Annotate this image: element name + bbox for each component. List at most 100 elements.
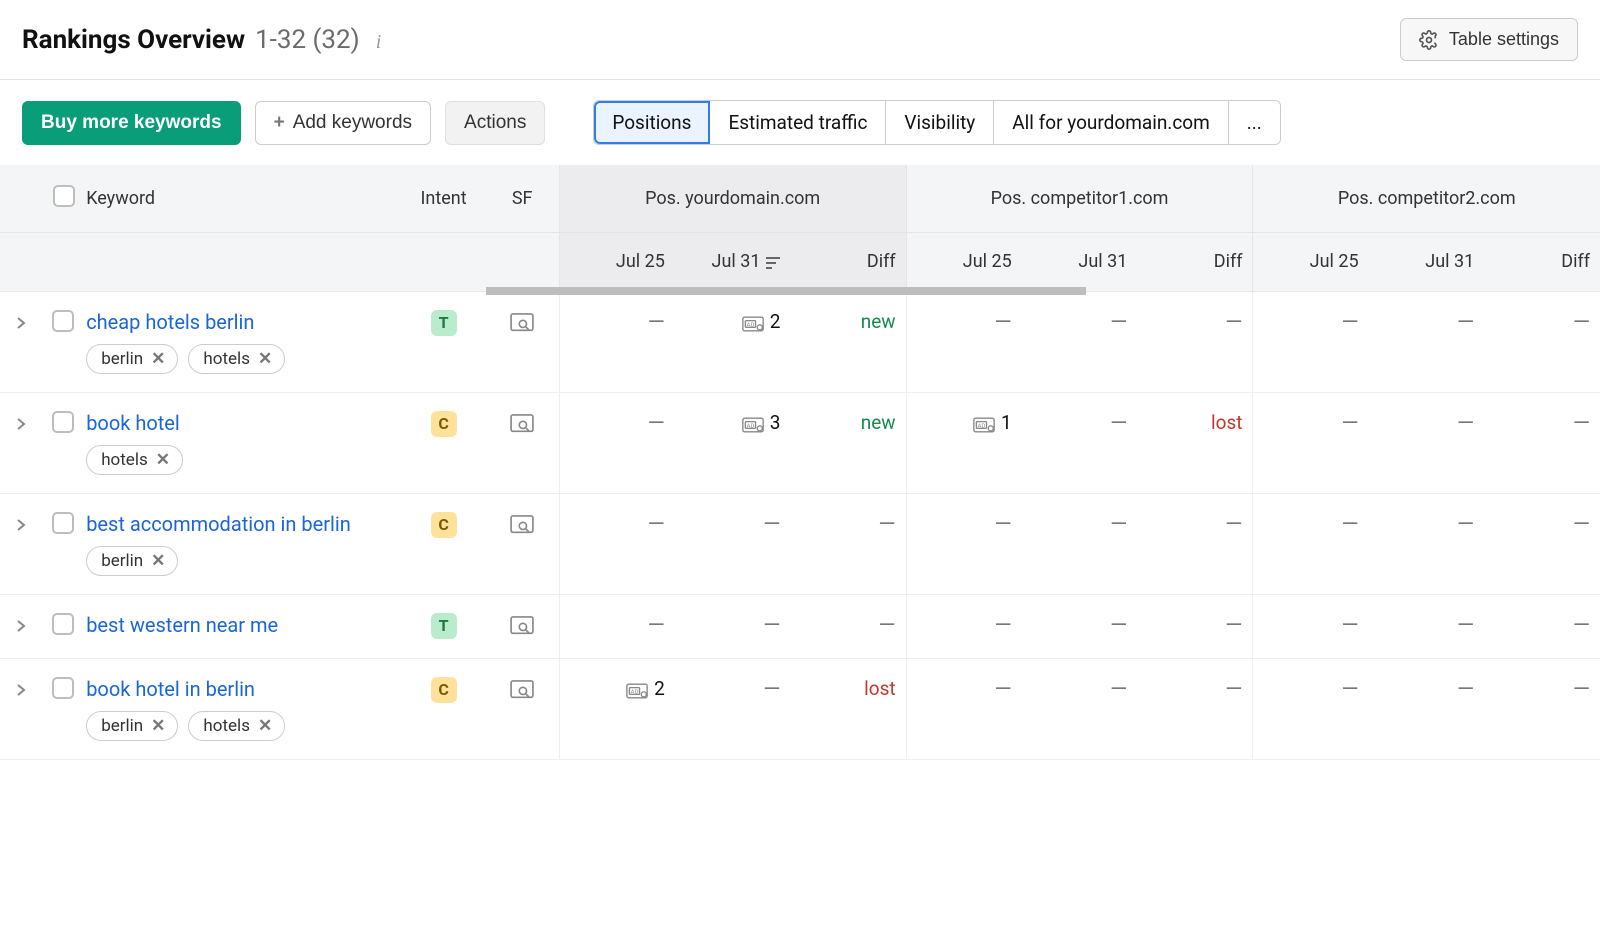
col-your-jul31[interactable]: Jul 31: [675, 233, 791, 292]
tab-positions[interactable]: Positions: [594, 101, 710, 144]
col-c2-jul25[interactable]: Jul 25: [1253, 233, 1369, 292]
empty-value: —: [1457, 613, 1474, 638]
plus-icon: +: [274, 112, 285, 134]
keyword-tag[interactable]: hotels ✕: [86, 445, 183, 475]
empty-value: —: [1457, 677, 1474, 702]
keyword-link[interactable]: book hotel in berlin: [86, 677, 255, 701]
keyword-link[interactable]: best western near me: [86, 613, 278, 637]
svg-text:AD: AD: [631, 690, 639, 696]
expand-row-toggle[interactable]: [0, 658, 42, 759]
remove-tag-icon[interactable]: ✕: [258, 349, 272, 369]
row-checkbox[interactable]: [52, 613, 74, 635]
empty-value: —: [1225, 677, 1242, 702]
keyword-tag[interactable]: hotels ✕: [188, 344, 285, 374]
col-group-competitor1: Pos. competitor1.com: [906, 165, 1253, 233]
svg-text:AD: AD: [746, 424, 754, 430]
empty-value: —: [1341, 677, 1358, 702]
page-range: 1-32 (32): [255, 25, 360, 55]
serp-features-icon[interactable]: [510, 677, 534, 700]
remove-tag-icon[interactable]: ✕: [156, 450, 170, 470]
keyword-tag[interactable]: berlin ✕: [86, 546, 178, 576]
empty-value: —: [1110, 310, 1127, 335]
keyword-link[interactable]: book hotel: [86, 411, 180, 435]
col-sf[interactable]: SF: [486, 165, 560, 233]
col-c1-diff[interactable]: Diff: [1137, 233, 1253, 292]
col-group-competitor2: Pos. competitor2.com: [1253, 165, 1600, 233]
col-intent[interactable]: Intent: [402, 165, 486, 233]
empty-value: —: [1225, 310, 1242, 335]
expand-row-toggle[interactable]: [0, 594, 42, 658]
svg-text:AD: AD: [746, 323, 754, 329]
remove-tag-icon[interactable]: ✕: [151, 349, 165, 369]
page-title: Rankings Overview: [22, 25, 245, 55]
serp-features-icon[interactable]: [510, 310, 534, 333]
intent-badge: T: [431, 310, 457, 336]
keyword-tag[interactable]: berlin ✕: [86, 344, 178, 374]
add-keywords-button[interactable]: + Add keywords: [255, 101, 431, 145]
col-c1-jul25[interactable]: Jul 25: [906, 233, 1022, 292]
serp-features-icon[interactable]: [510, 512, 534, 535]
col-your-jul25[interactable]: Jul 25: [559, 233, 675, 292]
empty-value: —: [648, 310, 665, 335]
empty-value: —: [878, 613, 895, 638]
intent-badge: T: [431, 613, 457, 639]
keyword-link[interactable]: best accommodation in berlin: [86, 512, 351, 536]
table-row: best western near meT—————————: [0, 594, 1600, 658]
expand-row-toggle[interactable]: [0, 291, 42, 392]
remove-tag-icon[interactable]: ✕: [151, 551, 165, 571]
col-c1-jul31[interactable]: Jul 31: [1022, 233, 1138, 292]
select-all-checkbox[interactable]: [53, 185, 75, 207]
sort-indicator-icon: [766, 252, 780, 273]
intent-badge: C: [431, 411, 457, 437]
serp-features-icon[interactable]: [510, 411, 534, 434]
empty-value: —: [1573, 613, 1590, 638]
row-checkbox[interactable]: [52, 512, 74, 534]
tab-estimated-traffic[interactable]: Estimated traffic: [710, 101, 886, 144]
svg-text:AD: AD: [978, 424, 986, 430]
empty-value: —: [1110, 613, 1127, 638]
horizontal-scrollbar[interactable]: [486, 287, 1086, 295]
position-value: 2: [770, 310, 781, 333]
table-settings-button[interactable]: Table settings: [1400, 18, 1578, 61]
diff-lost: lost: [864, 677, 895, 700]
keyword-tag[interactable]: berlin ✕: [86, 711, 178, 741]
empty-value: —: [995, 613, 1012, 638]
diff-new: new: [861, 310, 896, 333]
tab-more[interactable]: ...: [1229, 101, 1280, 144]
empty-value: —: [995, 677, 1012, 702]
empty-value: —: [995, 310, 1012, 335]
empty-value: —: [1573, 411, 1590, 436]
empty-value: —: [1341, 310, 1358, 335]
empty-value: —: [1110, 677, 1127, 702]
remove-tag-icon[interactable]: ✕: [258, 716, 272, 736]
tab-visibility[interactable]: Visibility: [886, 101, 994, 144]
empty-value: —: [1457, 310, 1474, 335]
col-c2-diff[interactable]: Diff: [1484, 233, 1600, 292]
serp-features-icon[interactable]: [510, 613, 534, 636]
buy-keywords-button[interactable]: Buy more keywords: [22, 101, 241, 145]
actions-button[interactable]: Actions: [445, 101, 545, 145]
row-checkbox[interactable]: [52, 310, 74, 332]
empty-value: —: [1573, 310, 1590, 335]
expand-row-toggle[interactable]: [0, 493, 42, 594]
expand-row-toggle[interactable]: [0, 392, 42, 493]
empty-value: —: [1225, 613, 1242, 638]
col-keyword[interactable]: Keyword: [86, 165, 401, 233]
keyword-tag[interactable]: hotels ✕: [188, 711, 285, 741]
row-checkbox[interactable]: [52, 411, 74, 433]
col-your-diff[interactable]: Diff: [790, 233, 906, 292]
row-checkbox[interactable]: [52, 677, 74, 699]
diff-new: new: [861, 411, 896, 434]
empty-value: —: [1341, 411, 1358, 436]
col-group-yourdomain: Pos. yourdomain.com: [559, 165, 906, 233]
intent-badge: C: [431, 512, 457, 538]
empty-value: —: [995, 512, 1012, 537]
empty-value: —: [1110, 411, 1127, 436]
info-icon[interactable]: i: [376, 31, 382, 54]
gear-icon: [1419, 30, 1439, 50]
remove-tag-icon[interactable]: ✕: [151, 716, 165, 736]
col-c2-jul31[interactable]: Jul 31: [1369, 233, 1485, 292]
position-value: 1: [1001, 411, 1012, 434]
keyword-link[interactable]: cheap hotels berlin: [86, 310, 254, 334]
tab-all-for-domain[interactable]: All for yourdomain.com: [994, 101, 1228, 144]
